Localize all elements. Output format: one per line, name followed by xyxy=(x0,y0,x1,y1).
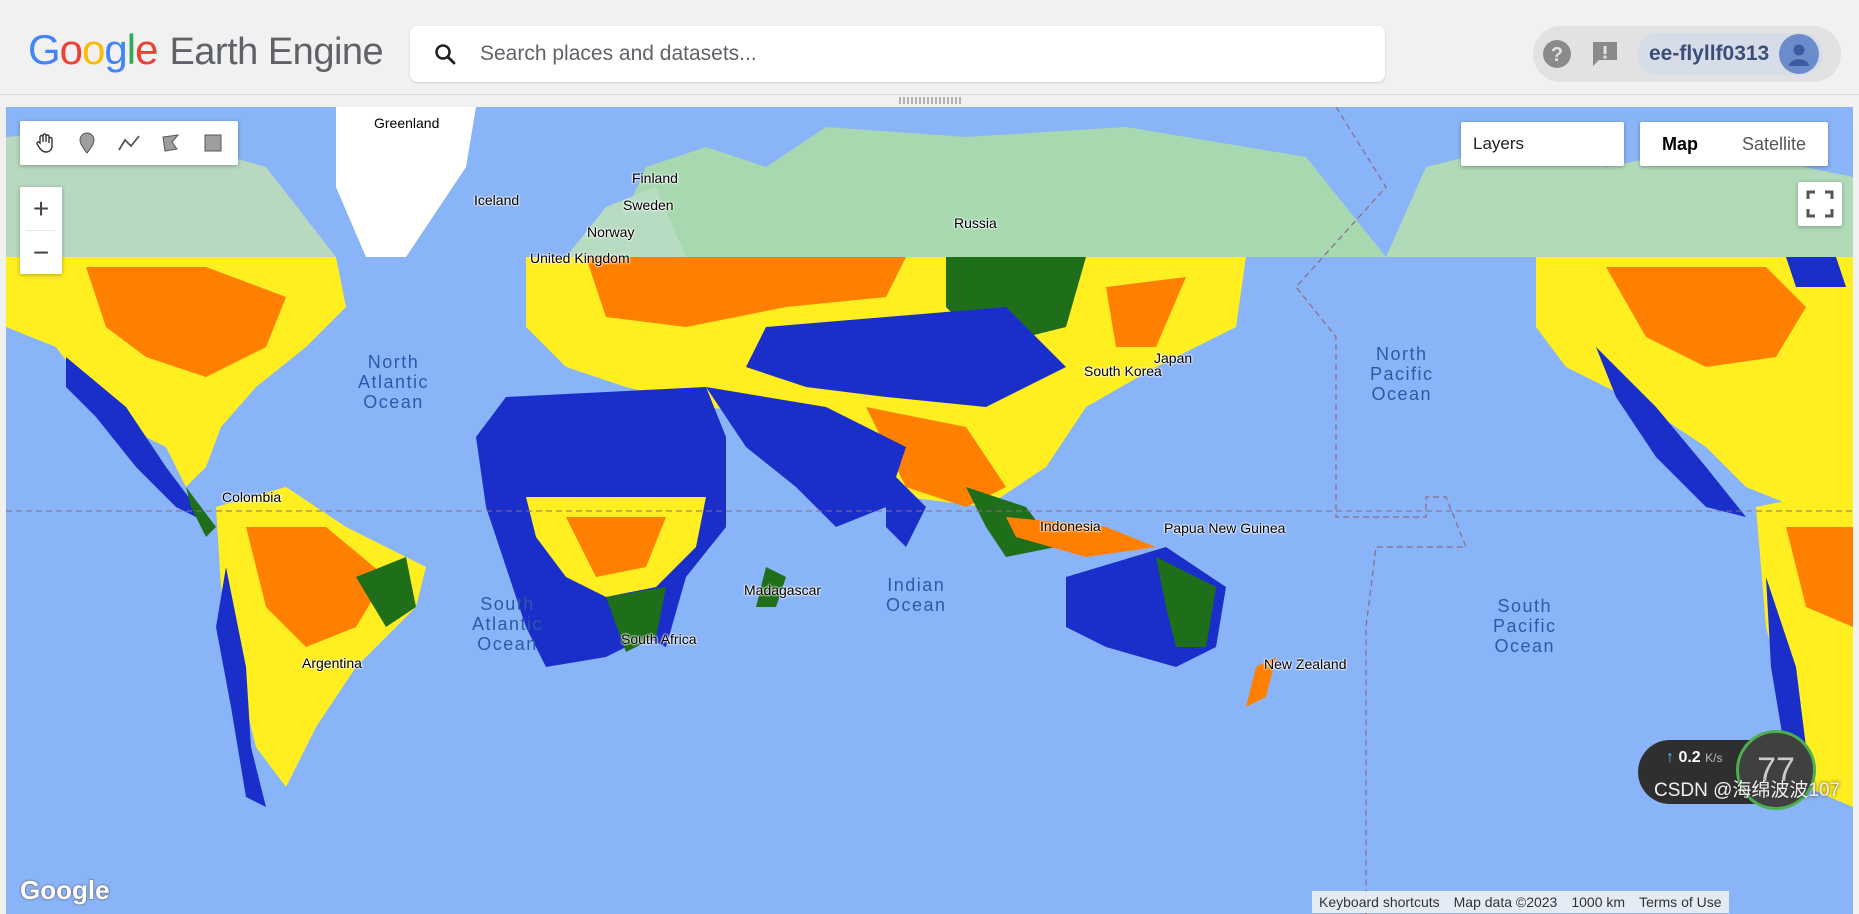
logo-suffix: Earth Engine xyxy=(169,31,384,73)
zoom-in-button[interactable]: + xyxy=(20,187,62,230)
logo-letter-o2: o xyxy=(82,26,105,73)
upload-arrow-icon: ↑ xyxy=(1666,749,1674,766)
help-circle-icon[interactable]: ? xyxy=(1533,30,1581,78)
logo-letter-l: l xyxy=(126,26,136,73)
terms-link[interactable]: Terms of Use xyxy=(1632,894,1728,910)
search-box[interactable] xyxy=(410,26,1385,82)
logo-letter-g: G xyxy=(28,26,61,73)
panel-resize-handle[interactable] xyxy=(899,97,961,104)
search-input[interactable] xyxy=(480,42,1340,66)
hand-pan-icon[interactable] xyxy=(24,121,66,165)
map-basemap xyxy=(6,107,1853,914)
scale-bar-label[interactable]: 1000 km xyxy=(1564,894,1632,910)
label-argentina: Argentina xyxy=(302,655,362,671)
ocean-indian: Indian Ocean xyxy=(886,575,947,615)
app-header: G o o g l e Earth Engine ? ee-flyllf0313 xyxy=(0,0,1859,95)
fullscreen-icon[interactable] xyxy=(1798,182,1842,226)
zoom-control: + − xyxy=(20,187,62,274)
polygon-icon[interactable] xyxy=(150,121,192,165)
upload-speed-unit: K/s xyxy=(1705,751,1723,765)
label-russia: Russia xyxy=(954,215,997,231)
keyboard-shortcuts-link[interactable]: Keyboard shortcuts xyxy=(1312,894,1447,910)
svg-text:?: ? xyxy=(1551,44,1563,66)
rectangle-icon[interactable] xyxy=(192,121,234,165)
marker-icon[interactable] xyxy=(66,121,108,165)
account-chip[interactable]: ee-flyllf0313 xyxy=(1637,33,1824,75)
search-icon[interactable] xyxy=(410,42,480,66)
label-iceland: Iceland xyxy=(474,192,520,208)
header-actions: ? ee-flyllf0313 xyxy=(1533,26,1841,82)
drawing-toolbar xyxy=(20,121,238,165)
google-logo: Google xyxy=(20,875,110,905)
label-sweden: Sweden xyxy=(623,197,674,213)
upload-speed: ↑ 0.2 K/s xyxy=(1666,749,1723,767)
label-papua-new-guinea: Papua New Guinea xyxy=(1164,520,1286,536)
account-name: ee-flyllf0313 xyxy=(1649,42,1770,65)
earth-engine-logo[interactable]: G o o g l e Earth Engine xyxy=(28,26,384,74)
label-finland: Finland xyxy=(632,170,678,186)
feedback-icon[interactable] xyxy=(1581,30,1629,78)
map-canvas[interactable]: Greenland Finland Iceland Sweden Norway … xyxy=(6,107,1853,914)
label-norway: Norway xyxy=(587,224,635,240)
ocean-north-atlantic: North Atlantic Ocean xyxy=(358,352,430,412)
logo-letter-g2: g xyxy=(104,26,127,73)
map-attribution: Keyboard shortcuts Map data ©2023 1000 k… xyxy=(1312,891,1729,913)
layers-button[interactable]: Layers xyxy=(1461,122,1624,166)
polyline-icon[interactable] xyxy=(108,121,150,165)
label-madagascar: Madagascar xyxy=(744,582,822,598)
ocean-north-pacific: North Pacific Ocean xyxy=(1370,344,1434,404)
label-indonesia: Indonesia xyxy=(1040,518,1101,534)
label-new-zealand: New Zealand xyxy=(1264,656,1347,672)
logo-letter-o1: o xyxy=(59,26,83,73)
map-type-map-button[interactable]: Map xyxy=(1640,122,1720,166)
map-data-credit: Map data ©2023 xyxy=(1453,894,1558,910)
label-united-kingdom: United Kingdom xyxy=(530,250,630,266)
ocean-south-pacific: South Pacific Ocean xyxy=(1493,596,1557,656)
map-type-control: Map Satellite xyxy=(1640,122,1829,166)
label-greenland: Greenland xyxy=(374,115,440,131)
map-type-satellite-button[interactable]: Satellite xyxy=(1720,122,1828,166)
csdn-watermark: CSDN @海绵波波107 xyxy=(1654,780,1841,801)
zoom-out-button[interactable]: − xyxy=(20,231,62,274)
label-colombia: Colombia xyxy=(222,489,282,505)
label-south-korea: South Korea xyxy=(1084,363,1162,379)
logo-letter-e: e xyxy=(135,26,158,73)
label-south-africa: South Africa xyxy=(621,631,697,647)
upload-speed-value: 0.2 xyxy=(1678,749,1701,766)
ocean-south-atlantic: South Atlantic Ocean xyxy=(472,594,544,654)
account-circle-icon[interactable] xyxy=(1779,34,1820,74)
